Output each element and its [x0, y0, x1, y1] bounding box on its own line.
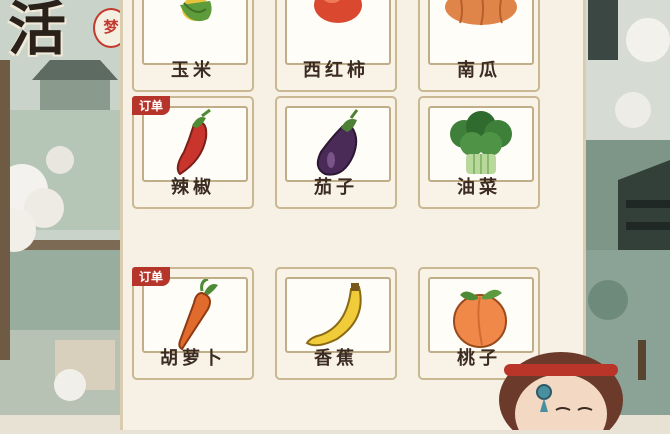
- item-card-corn[interactable]: 玉米: [132, 0, 254, 92]
- character-portrait: [499, 352, 623, 434]
- pumpkin-icon: [445, 0, 517, 26]
- item-card-banana[interactable]: 香蕉: [275, 267, 397, 380]
- tomato-icon: [314, 0, 362, 23]
- order-tag: 订单: [132, 267, 171, 286]
- item-label: 辣椒: [171, 177, 215, 198]
- item-label: 西红柿: [303, 60, 369, 81]
- order-tag: 订单: [132, 96, 171, 115]
- item-label: 油菜: [457, 177, 501, 198]
- item-label: 胡萝卜: [160, 348, 226, 369]
- item-card-greens[interactable]: 油菜: [418, 96, 540, 209]
- item-label: 茄子: [314, 177, 358, 198]
- character-avatar[interactable]: [486, 330, 636, 434]
- item-label: 香蕉: [314, 348, 358, 369]
- game-title-glyph: 活: [8, 0, 67, 63]
- rapeseed-greens-icon: [450, 111, 512, 174]
- item-label: 玉米: [171, 60, 215, 81]
- item-card-pumpkin[interactable]: 南瓜: [418, 0, 540, 92]
- item-card-chili[interactable]: 订单 辣椒: [132, 96, 254, 209]
- item-card-tomato[interactable]: 西红柿: [275, 0, 397, 92]
- chili-pepper-icon: [176, 108, 211, 176]
- item-image-frame: [428, 106, 534, 182]
- item-image-frame: [142, 277, 248, 353]
- item-card-eggplant[interactable]: 茄子: [275, 96, 397, 209]
- banana-icon: [305, 283, 362, 347]
- item-image-frame: [285, 277, 391, 353]
- item-image-frame: [142, 106, 248, 182]
- corn-icon: [180, 0, 212, 22]
- item-image-frame: [285, 106, 391, 182]
- carrot-icon: [178, 279, 218, 351]
- item-label: 南瓜: [457, 60, 501, 81]
- eggplant-icon: [316, 109, 359, 176]
- left-scenery: 活 梦: [0, 0, 128, 415]
- item-card-carrot[interactable]: 订单 胡萝卜: [132, 267, 254, 380]
